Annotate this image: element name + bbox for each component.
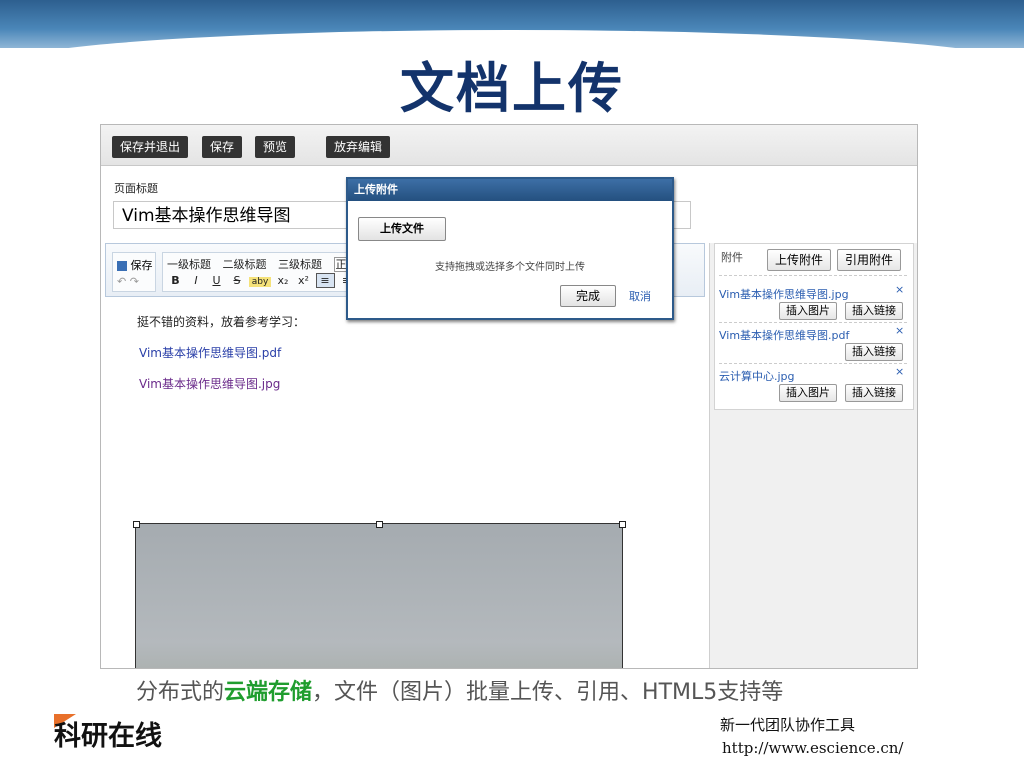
redo-icon[interactable]: ↷: [130, 275, 139, 288]
cancel-link[interactable]: 取消: [629, 288, 651, 304]
caption-post: ，文件（图片）批量上传、引用、HTML5支持等: [312, 680, 784, 705]
heading-2-button[interactable]: 二级标题: [223, 258, 267, 271]
slide-title: 文档上传: [400, 57, 624, 120]
dialog-title: 上传附件: [348, 179, 672, 201]
attachment-panel: 附件 上传附件 引用附件 Vim基本操作思维导图.jpg × 插入图片 插入链接…: [714, 243, 914, 410]
remove-icon[interactable]: ×: [895, 324, 904, 337]
heading-row: 一级标题 二级标题 三级标题 正文: [167, 256, 368, 272]
footer-tagline: 新一代团队协作工具: [720, 716, 856, 734]
insert-link-button[interactable]: 插入链接: [845, 384, 903, 402]
underline-button[interactable]: U: [208, 274, 225, 287]
caption-pre: 分布式的: [136, 680, 225, 705]
undo-icon[interactable]: ↶: [117, 275, 126, 288]
upload-file-button[interactable]: 上传文件: [358, 217, 446, 241]
bold-button[interactable]: B: [167, 274, 184, 287]
intro-text: 挺不错的资料，放着参考学习：: [137, 315, 306, 329]
format-row: B I U S aby x₂ x² ≡ ≡: [167, 273, 355, 288]
insert-image-button[interactable]: 插入图片: [779, 384, 837, 402]
insert-image-button[interactable]: 插入图片: [779, 302, 837, 320]
editor-save-button[interactable]: 保存 ↶ ↷: [112, 252, 156, 292]
insert-link-button[interactable]: 插入链接: [845, 343, 903, 361]
preview-button[interactable]: 预览: [255, 136, 296, 158]
discard-edit-button[interactable]: 放弃编辑: [326, 136, 391, 158]
align-left-icon[interactable]: ≡: [315, 273, 335, 288]
caption-highlight: 云端存储: [224, 680, 313, 705]
divider: [719, 275, 907, 276]
resize-handle[interactable]: [133, 521, 140, 528]
pdf-link[interactable]: Vim基本操作思维导图.pdf: [139, 344, 281, 361]
save-exit-button[interactable]: 保存并退出: [112, 136, 189, 158]
logo: 科研在线: [54, 721, 162, 752]
remove-icon[interactable]: ×: [895, 365, 904, 378]
heading-3-button[interactable]: 三级标题: [278, 258, 322, 271]
resize-handle[interactable]: [619, 521, 626, 528]
divider: [719, 322, 907, 323]
floppy-icon: [117, 261, 127, 271]
insert-link-button[interactable]: 插入链接: [845, 302, 903, 320]
slide-caption: 分布式的云端存储，文件（图片）批量上传、引用、HTML5支持等: [136, 674, 783, 706]
upload-attachment-button[interactable]: 上传附件: [767, 249, 832, 271]
footer-url[interactable]: http://www.escience.cn/: [722, 739, 903, 757]
attachment-sidebar: 附件 上传附件 引用附件 Vim基本操作思维导图.jpg × 插入图片 插入链接…: [710, 243, 917, 668]
inserted-photo[interactable]: [135, 523, 623, 668]
upload-dialog: 上传附件 上传文件 支持拖拽或选择多个文件同时上传 完成 取消: [346, 177, 674, 320]
dialog-hint: 支持拖拽或选择多个文件同时上传: [435, 262, 585, 273]
save-button[interactable]: 保存: [202, 136, 243, 158]
italic-button[interactable]: I: [188, 274, 205, 287]
jpg-link[interactable]: Vim基本操作思维导图.jpg: [139, 375, 280, 392]
top-banner: [0, 0, 1024, 66]
highlight-button[interactable]: aby: [249, 277, 271, 287]
strikethrough-button[interactable]: S: [229, 274, 246, 287]
done-button[interactable]: 完成: [560, 285, 616, 307]
attachment-name[interactable]: Vim基本操作思维导图.pdf: [719, 327, 849, 343]
editor-save-label: 保存: [130, 259, 153, 272]
attachment-name[interactable]: 云计算中心.jpg: [719, 368, 795, 384]
resize-handle[interactable]: [376, 521, 383, 528]
top-toolbar: 保存并退出 保存 预览 放弃编辑: [101, 125, 917, 166]
divider: [719, 363, 907, 364]
superscript-button[interactable]: x²: [295, 274, 312, 287]
attachment-name[interactable]: Vim基本操作思维导图.jpg: [719, 286, 849, 302]
attachment-label: 附件: [721, 251, 743, 264]
heading-1-button[interactable]: 一级标题: [167, 258, 211, 271]
remove-icon[interactable]: ×: [895, 283, 904, 296]
page-title-label: 页面标题: [114, 182, 158, 195]
subscript-button[interactable]: x₂: [275, 274, 292, 287]
reference-attachment-button[interactable]: 引用附件: [837, 249, 902, 271]
